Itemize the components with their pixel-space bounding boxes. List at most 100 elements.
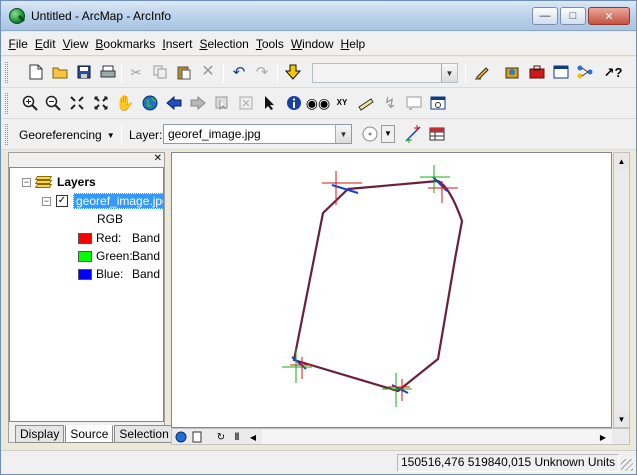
scroll-right-icon[interactable]: ▶ <box>596 430 610 444</box>
html-popup-icon[interactable] <box>405 94 423 112</box>
copy-icon[interactable] <box>151 63 169 81</box>
map-canvas[interactable] <box>172 153 611 427</box>
window-title: Untitled - ArcMap - ArcInfo <box>31 9 172 23</box>
toolbar-grip[interactable] <box>5 124 8 145</box>
close-button[interactable]: ✕ <box>588 7 630 25</box>
control-point-link-sw[interactable] <box>282 349 314 383</box>
georeferencing-menu-button[interactable]: Georeferencing ▼ <box>15 124 119 146</box>
zoom-out-icon[interactable] <box>44 94 62 112</box>
tab-source[interactable]: Source <box>65 425 114 443</box>
add-control-points-icon[interactable] <box>404 125 422 143</box>
menu-help[interactable]: Help <box>337 37 369 51</box>
menu-edit[interactable]: Edit <box>31 37 59 51</box>
delete-icon[interactable]: ✕ <box>199 63 217 81</box>
editor-toolbar-icon[interactable] <box>473 63 491 81</box>
table-of-contents: ✕ − Layers − ✓ georef_image.jpg RGB Red:… <box>8 152 174 443</box>
maximize-button[interactable]: □ <box>560 7 586 25</box>
create-viewer-window-icon[interactable] <box>429 94 447 112</box>
select-elements-arrow-icon[interactable] <box>261 94 279 112</box>
pause-drawing-icon[interactable]: ‖ <box>230 430 244 444</box>
paste-icon[interactable] <box>175 63 193 81</box>
menu-bookmarks[interactable]: Bookmarks <box>92 37 159 51</box>
data-view-globe-icon[interactable] <box>174 430 188 444</box>
chevron-down-icon: ▼ <box>441 64 457 82</box>
modelbuilder-icon[interactable] <box>576 63 594 81</box>
rotate-tool-icon[interactable] <box>361 125 379 143</box>
measure-icon[interactable] <box>357 94 375 112</box>
arccatalog-icon[interactable] <box>503 63 521 81</box>
pan-hand-icon[interactable]: ✋ <box>116 94 135 112</box>
menu-window[interactable]: Window <box>287 37 337 51</box>
horizontal-scroll-track[interactable] <box>262 430 612 444</box>
band-label: Green: <box>96 249 133 263</box>
new-document-icon[interactable] <box>27 63 45 81</box>
view-link-table-icon[interactable] <box>428 125 446 143</box>
menu-view[interactable]: View <box>59 37 92 51</box>
find-binoculars-icon[interactable]: ◉◉ <box>306 94 330 112</box>
full-extent-globe-icon[interactable] <box>141 94 159 112</box>
georef-layer-select[interactable]: georef_image.jpg ▼ <box>163 124 352 144</box>
refresh-icon[interactable]: ↻ <box>214 430 228 444</box>
whats-this-help-icon[interactable]: ↗? <box>604 63 623 81</box>
menu-insert[interactable]: Insert <box>159 37 196 51</box>
toc-tree: − Layers − ✓ georef_image.jpg RGB Red: B… <box>9 167 164 422</box>
go-forward-extent-icon[interactable] <box>189 94 207 112</box>
arctoolbox-icon[interactable] <box>528 63 546 81</box>
select-features-icon[interactable] <box>213 94 231 112</box>
map-scale-combo[interactable]: ▼ <box>312 63 458 83</box>
layout-view-page-icon[interactable] <box>190 430 204 444</box>
arcmap-window: Untitled - ArcMap - ArcInfo — □ ✕ File E… <box>0 0 637 475</box>
toc-root-row[interactable]: − Layers <box>22 173 96 191</box>
chevron-down-icon[interactable]: ▼ <box>381 125 395 143</box>
save-icon[interactable] <box>75 63 93 81</box>
undo-icon[interactable]: ↶ <box>230 63 248 81</box>
print-icon[interactable] <box>99 63 117 81</box>
band-row-blue: Blue: Band <box>78 265 160 283</box>
command-line-icon[interactable] <box>552 63 570 81</box>
red-band-swatch <box>78 232 92 244</box>
map-display[interactable] <box>171 152 612 428</box>
collapse-icon[interactable]: − <box>42 196 51 206</box>
tools-toolbar: ✋ ◉◉ XY ↯ <box>1 88 636 119</box>
close-icon[interactable]: ✕ <box>154 153 162 165</box>
hyperlink-lightning-icon[interactable]: ↯ <box>381 94 399 112</box>
resize-grip-icon[interactable] <box>621 459 633 471</box>
cut-icon[interactable]: ✂ <box>127 63 145 81</box>
tab-display[interactable]: Display <box>15 425 65 443</box>
scroll-down-icon[interactable]: ▼ <box>614 411 629 427</box>
redo-icon[interactable]: ↷ <box>253 63 271 81</box>
toolbar-separator <box>465 63 466 83</box>
toc-header: ✕ <box>9 153 164 166</box>
status-bar: 150516,476 519840,015 Unknown Units <box>1 450 636 474</box>
go-back-extent-icon[interactable] <box>165 94 183 112</box>
identify-icon[interactable] <box>285 94 303 112</box>
map-vertical-scrollbar[interactable]: ▲ ▼ <box>613 152 630 428</box>
minimize-button[interactable]: — <box>532 7 558 25</box>
georeferenced-image-outline <box>292 179 464 393</box>
toolbar-grip[interactable] <box>5 93 8 114</box>
menu-selection[interactable]: Selection <box>196 37 252 51</box>
layer-name[interactable]: georef_image.jpg <box>73 193 163 209</box>
tab-selection[interactable]: Selection <box>114 425 174 443</box>
chevron-down-icon: ▼ <box>335 125 351 143</box>
go-to-xy-icon[interactable]: XY <box>333 94 351 112</box>
menu-file[interactable]: File <box>5 37 31 51</box>
fixed-zoom-in-icon[interactable] <box>68 94 86 112</box>
scroll-left-icon[interactable]: ◀ <box>246 430 260 444</box>
open-folder-icon[interactable] <box>51 63 69 81</box>
toolbar-area: ✂ ✕ ↶ ↷ ▼ ↗? ✋ ◉◉ XY ↯ Georeferencing ▼ … <box>1 57 636 150</box>
toolbar-grip[interactable] <box>5 62 8 83</box>
toolbar-separator <box>223 63 224 83</box>
menu-tools[interactable]: Tools <box>252 37 287 51</box>
fixed-zoom-out-icon[interactable] <box>92 94 110 112</box>
zoom-in-icon[interactable] <box>21 94 39 112</box>
toc-layer-row[interactable]: − ✓ georef_image.jpg <box>42 192 163 210</box>
layers-stack-icon <box>34 176 53 188</box>
renderer-row: RGB <box>97 210 123 228</box>
add-data-icon[interactable] <box>284 63 302 81</box>
scroll-up-icon[interactable]: ▲ <box>614 153 629 169</box>
clear-selection-icon[interactable] <box>237 94 255 112</box>
layer-visibility-checkbox[interactable]: ✓ <box>56 195 68 207</box>
collapse-icon[interactable]: − <box>22 177 31 187</box>
title-bar[interactable]: Untitled - ArcMap - ArcInfo — □ ✕ <box>1 1 636 31</box>
